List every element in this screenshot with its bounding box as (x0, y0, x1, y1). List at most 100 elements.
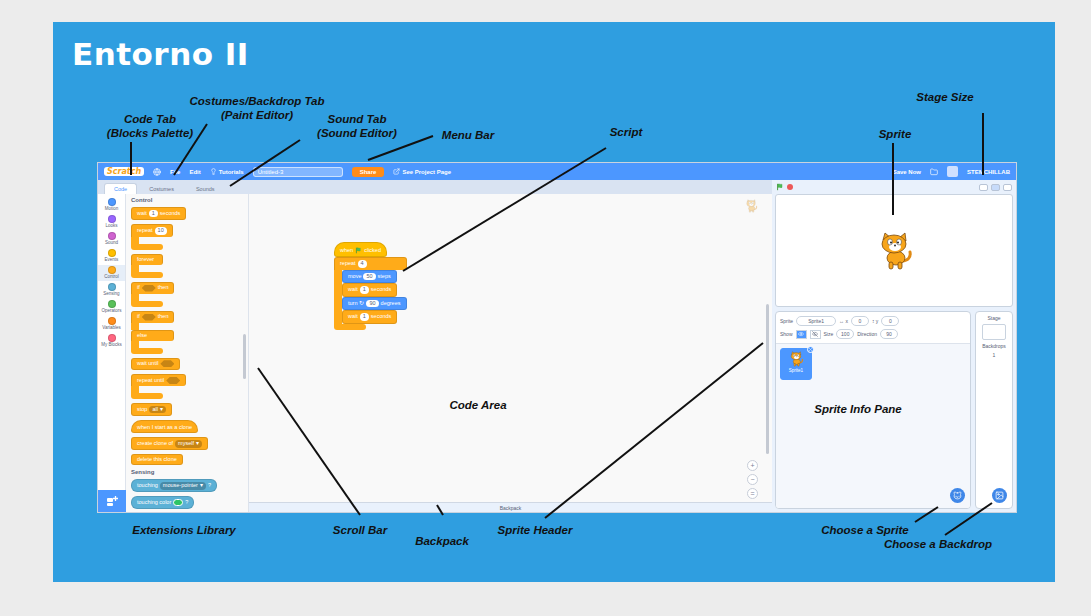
block-input[interactable]: 1 (149, 210, 158, 218)
tutorials-item[interactable]: Tutorials (210, 168, 244, 175)
boolean-slot[interactable] (142, 314, 156, 321)
scratch-editor-screenshot: Scratch File Edit Tutorials Untitled-3 Share S… (97, 162, 1017, 513)
category-item[interactable]: Operators (98, 299, 125, 315)
annotation-label: Backpack (415, 534, 469, 548)
stage[interactable] (775, 194, 1013, 307)
boolean-slot[interactable] (160, 360, 174, 367)
menu-item[interactable]: Edit (189, 169, 200, 175)
block-text: seconds (371, 314, 392, 320)
stack-block[interactable]: wait until (131, 358, 180, 371)
x-field[interactable]: 0 (851, 316, 869, 326)
category-dot (108, 334, 116, 342)
extensions-button[interactable] (98, 490, 126, 512)
stack-block[interactable]: wait1seconds (342, 310, 397, 324)
sprite-tile[interactable]: Sprite1 (780, 348, 812, 380)
save-now[interactable]: Save Now (893, 169, 921, 175)
category-item[interactable]: Motion (98, 197, 125, 213)
backpack[interactable]: Backpack (249, 502, 772, 512)
pointer-line (130, 142, 132, 175)
y-field[interactable]: 0 (881, 316, 899, 326)
c-block[interactable]: repeat4move50stepswait1secondsturn↻90deg… (334, 257, 407, 330)
stack-block[interactable]: create clone ofmyself▾ (131, 437, 208, 450)
stage-pane[interactable]: StageBackdrops1 (975, 311, 1013, 509)
category-item[interactable]: Control (98, 265, 125, 281)
zoom-controls: + − = (747, 460, 758, 499)
project-title-field[interactable]: Untitled-3 (253, 167, 343, 177)
stack-block[interactable]: wait1seconds (131, 207, 186, 220)
palette-scrollbar[interactable] (243, 334, 246, 379)
user-menu[interactable]: STEMCHILLAB (967, 169, 1010, 175)
c-block[interactable]: forever (131, 254, 163, 278)
category-item[interactable]: Variables (98, 316, 125, 332)
editor-tab[interactable]: Code (104, 183, 137, 194)
cap-block[interactable]: delete this clone (131, 454, 183, 465)
hide-toggle[interactable] (810, 330, 821, 339)
category-item[interactable]: Sensing (98, 282, 125, 298)
block-input[interactable]: 10 (155, 227, 167, 235)
category-item[interactable]: Sound (98, 231, 125, 247)
boolean-block[interactable]: touchingmouse-pointer▾? (131, 479, 217, 492)
direction-field[interactable]: 90 (880, 329, 898, 339)
small-stage-button[interactable] (979, 184, 988, 191)
block-text: touching color (137, 500, 171, 506)
choose-backdrop-button[interactable] (992, 488, 1007, 503)
eye-off-icon (812, 331, 818, 337)
category-item[interactable]: Looks (98, 214, 125, 230)
editor-tab[interactable]: Costumes (139, 183, 184, 194)
block-input[interactable]: 1 (360, 313, 369, 321)
large-stage-button[interactable] (991, 184, 1000, 191)
share-button[interactable]: Share (352, 167, 385, 177)
fullscreen-button[interactable] (1003, 184, 1012, 191)
block-dropdown[interactable]: all▾ (149, 406, 166, 414)
globe-icon[interactable] (153, 168, 161, 176)
delete-sprite-button[interactable] (807, 346, 814, 353)
code-canvas[interactable]: whenclickedrepeat4move50stepswait1second… (249, 194, 772, 502)
folder-icon[interactable] (930, 168, 938, 176)
block-text: when (340, 248, 353, 254)
scratch-logo[interactable]: Scratch (104, 167, 144, 176)
annotation-label: Choose a Backdrop (884, 537, 992, 551)
menu-item[interactable]: File (170, 169, 180, 175)
zoom-button[interactable]: − (747, 474, 758, 485)
block-dropdown[interactable]: myself▾ (175, 440, 202, 448)
c-block[interactable]: ifthen (131, 282, 174, 307)
zoom-button[interactable]: = (747, 488, 758, 499)
see-project-page[interactable]: See Project Page (393, 168, 451, 175)
if-else-block[interactable]: ifthenelse (131, 311, 174, 354)
stack-block[interactable]: wait1seconds (342, 283, 397, 297)
zoom-button[interactable]: + (747, 460, 758, 471)
category-item[interactable]: My Blocks (98, 333, 125, 349)
block-text: delete this clone (137, 457, 177, 463)
choose-sprite-button[interactable] (950, 488, 965, 503)
block-dropdown[interactable]: mouse-pointer▾ (160, 482, 206, 490)
pointer-line (915, 507, 938, 522)
c-block[interactable]: repeat until (131, 374, 186, 399)
boolean-block[interactable]: touching color? (131, 496, 194, 509)
boolean-slot[interactable] (166, 377, 180, 384)
script[interactable]: whenclickedrepeat4move50stepswait1second… (334, 242, 407, 330)
boolean-slot[interactable] (142, 285, 156, 292)
hat-block[interactable]: when I start as a clone (131, 420, 198, 433)
block-text: seconds (371, 287, 392, 293)
block-text: when I start as a clone (137, 425, 192, 431)
color-input[interactable] (173, 499, 183, 506)
block-input[interactable]: 50 (363, 273, 375, 281)
c-block[interactable]: repeat10 (131, 224, 173, 250)
stack-block[interactable]: turn↻90degrees (342, 297, 407, 311)
category-item[interactable]: Events (98, 248, 125, 264)
block-input[interactable]: 1 (360, 286, 369, 294)
sprite-name-field[interactable]: Sprite1 (796, 316, 836, 326)
hat-block[interactable]: whenclicked (334, 242, 387, 257)
stop-icon[interactable] (787, 184, 793, 190)
block-input[interactable]: 90 (366, 300, 378, 308)
size-field[interactable]: 100 (836, 329, 854, 339)
show-toggle[interactable] (796, 330, 807, 339)
user-avatar[interactable] (947, 166, 958, 177)
code-scrollbar[interactable] (766, 304, 769, 454)
eye-icon (798, 331, 804, 337)
editor-tab[interactable]: Sounds (186, 183, 225, 194)
block-input[interactable]: 4 (358, 260, 367, 268)
cap-block[interactable]: stopall▾ (131, 403, 172, 416)
stack-block[interactable]: move50steps (342, 270, 397, 284)
pointer-line (230, 140, 300, 186)
